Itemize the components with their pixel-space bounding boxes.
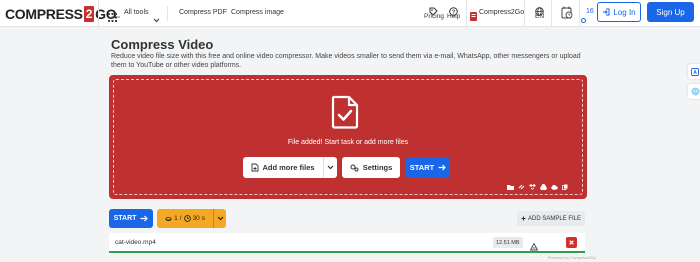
- copy-icon[interactable]: [562, 184, 568, 190]
- credits-count[interactable]: 16: [586, 8, 594, 15]
- file-check-icon: [331, 95, 359, 134]
- login-label: Log In: [613, 7, 636, 17]
- nav-compress-pdf[interactable]: Compress PDF: [179, 9, 227, 16]
- brand-link[interactable]: Compress2Go: [479, 9, 524, 16]
- files-count: 1: [174, 215, 178, 222]
- add-sample-file-button[interactable]: ADD SAMPLE FILE: [517, 211, 585, 226]
- header-divider: [524, 0, 525, 27]
- login-button[interactable]: Log In: [597, 2, 641, 22]
- assistant-widget[interactable]: [688, 84, 700, 99]
- upload-source-icons: [507, 184, 568, 190]
- logo[interactable]: COMPRESS 2 GO ™: [5, 4, 120, 23]
- onedrive-icon[interactable]: [551, 184, 558, 190]
- help-link[interactable]: Help: [447, 13, 460, 20]
- header-divider: [579, 0, 580, 27]
- pricing-link[interactable]: Pricing: [424, 13, 444, 20]
- translate-widget[interactable]: A: [688, 64, 700, 79]
- link-icon[interactable]: [518, 184, 525, 190]
- history-clock-icon[interactable]: [561, 6, 573, 24]
- batch-info-button[interactable]: 1 / 30 s: [157, 209, 226, 228]
- close-icon: [569, 240, 574, 245]
- google-drive-icon[interactable]: [540, 184, 547, 190]
- upload-status-text: File added! Start task or add more files: [287, 139, 409, 146]
- arrow-right-icon: [140, 215, 149, 222]
- translate-icon: A: [691, 67, 699, 76]
- dropbox-icon[interactable]: [529, 184, 536, 190]
- signup-label: Sign Up: [656, 7, 685, 17]
- top-header: COMPRESS 2 GO ™ All tools Compress PDF C…: [0, 0, 700, 27]
- grid-icon[interactable]: [108, 9, 117, 27]
- login-arrow-icon: [602, 8, 610, 16]
- file-name: cat-video.mp4: [115, 239, 156, 246]
- header-divider: [98, 0, 99, 27]
- conversion-options-icon[interactable]: [529, 238, 539, 256]
- settings-label: Settings: [362, 163, 393, 172]
- gear-icon: [350, 164, 359, 172]
- settings-button[interactable]: Settings: [342, 157, 400, 178]
- add-more-files-label: Add more files: [262, 163, 315, 172]
- coin-icon: [165, 216, 172, 222]
- add-file-icon: [251, 163, 259, 172]
- svg-text:A: A: [693, 70, 697, 76]
- start-button-dropzone[interactable]: START: [406, 157, 450, 178]
- logo-text-compress: COMPRESS: [5, 5, 83, 22]
- add-more-files-button[interactable]: Add more files: [243, 157, 337, 178]
- delete-file-button[interactable]: [566, 237, 577, 248]
- add-more-files-dropdown[interactable]: [323, 157, 337, 178]
- start-label: START: [409, 163, 435, 172]
- compress2go-app-icon[interactable]: [470, 8, 477, 26]
- batch-info-dropdown[interactable]: [213, 209, 226, 228]
- page-title: Compress Video: [111, 37, 214, 52]
- chevron-down-icon: [217, 216, 224, 221]
- header-divider: [551, 0, 552, 27]
- page-description: Reduce video file size with this free an…: [111, 53, 581, 69]
- batch-info-main[interactable]: 1 / 30 s: [157, 209, 213, 228]
- start-button[interactable]: START: [109, 209, 153, 228]
- file-list-item: cat-video.mp4 12.51 MB: [109, 233, 585, 253]
- logo-text-2: 2: [83, 5, 95, 22]
- nav-all-tools[interactable]: All tools: [124, 9, 149, 16]
- plus-icon: [521, 216, 526, 221]
- signup-button[interactable]: Sign Up: [647, 2, 694, 22]
- powered-by-note: Powered by Compress2Go: [548, 255, 597, 260]
- assistant-icon: [691, 87, 700, 96]
- add-sample-file-label: ADD SAMPLE FILE: [527, 215, 581, 222]
- clock-icon: [183, 215, 191, 222]
- start-label: START: [113, 215, 137, 222]
- nav-divider: [167, 6, 168, 21]
- chevron-down-icon: [327, 165, 334, 170]
- arrow-right-icon: [438, 164, 447, 171]
- nav-compress-image[interactable]: Compress image: [231, 9, 284, 16]
- header-divider: [466, 0, 467, 27]
- separator-slash: /: [179, 215, 182, 222]
- upload-dropzone[interactable]: File added! Start task or add more files…: [109, 75, 587, 199]
- folder-icon[interactable]: [507, 184, 514, 190]
- estimated-time: 30 s: [192, 215, 205, 222]
- chevron-down-icon[interactable]: [153, 10, 160, 28]
- file-size-badge: 12.51 MB: [493, 237, 523, 248]
- add-more-files-main[interactable]: Add more files: [243, 157, 323, 178]
- language-selector[interactable]: EN: [535, 13, 544, 20]
